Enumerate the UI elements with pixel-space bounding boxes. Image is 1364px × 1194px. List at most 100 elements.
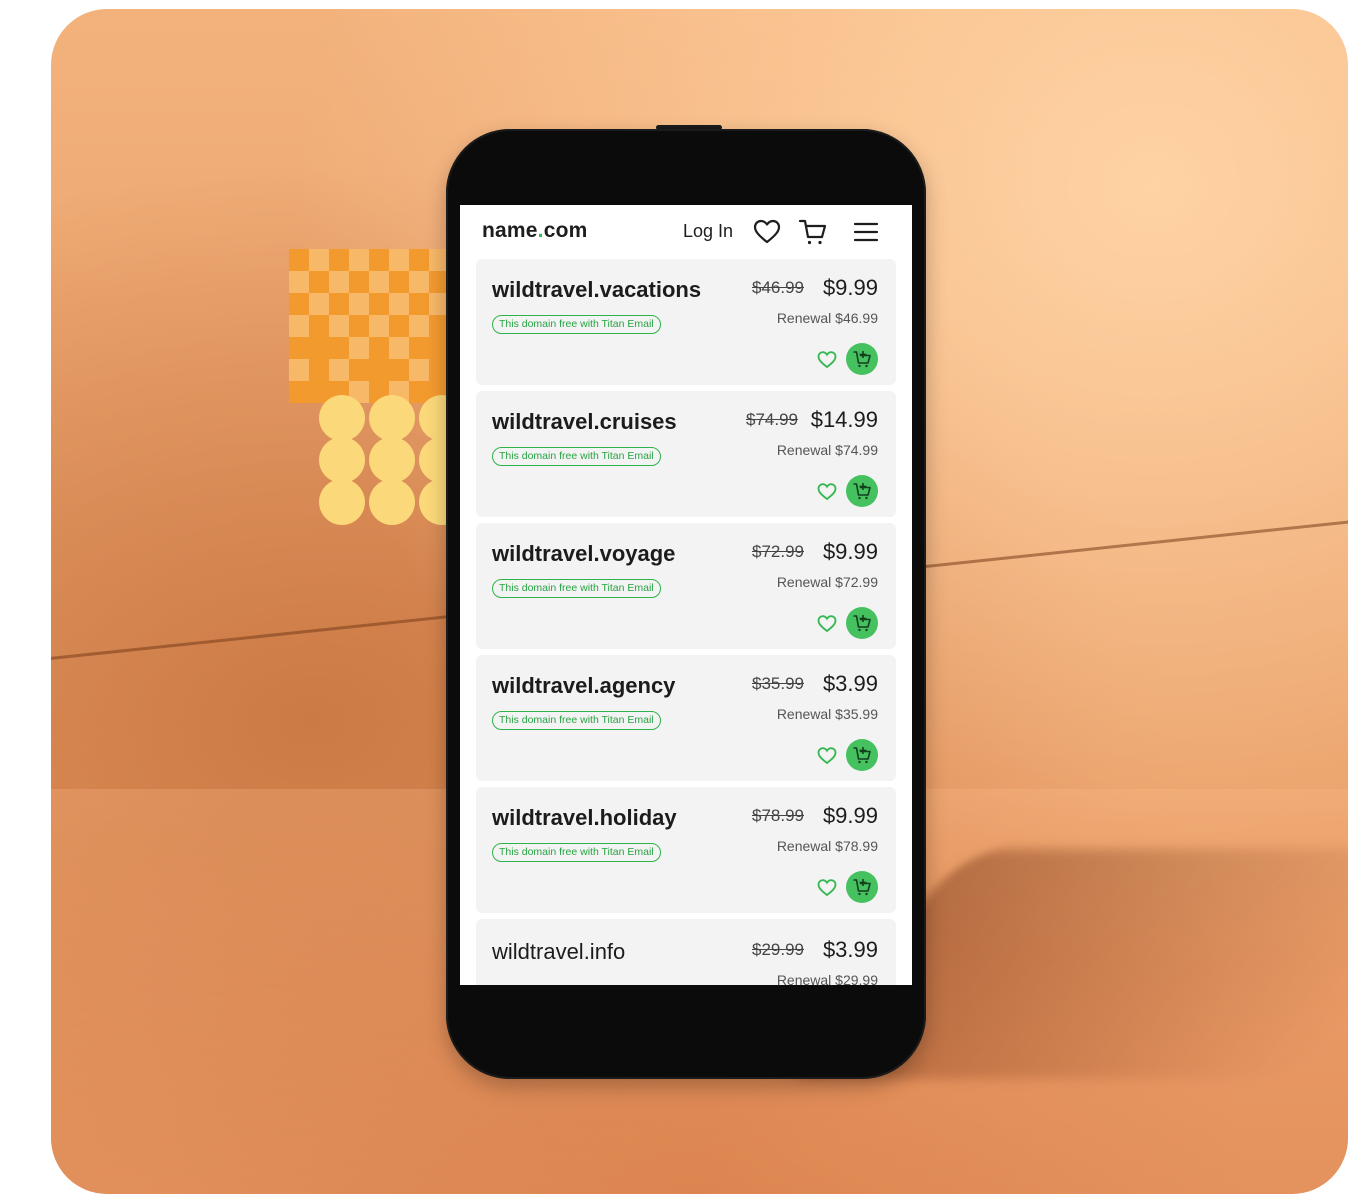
checker-cell	[409, 315, 429, 337]
checker-cell	[309, 359, 329, 381]
favorite-heart-icon[interactable]	[816, 878, 838, 898]
favorite-heart-icon[interactable]	[816, 482, 838, 502]
renewal-price: Renewal $35.99	[776, 706, 878, 722]
checker-cell	[369, 271, 389, 293]
checker-cell	[369, 337, 389, 359]
checker-cell	[289, 249, 309, 271]
original-price: $72.99	[752, 542, 804, 561]
checker-cell	[369, 249, 389, 271]
titan-email-badge: This domain free with Titan Email	[492, 579, 661, 598]
sale-price: $9.99	[822, 275, 878, 300]
checker-cell	[329, 315, 349, 337]
titan-email-badge: This domain free with Titan Email	[492, 447, 661, 466]
titan-email-badge: This domain free with Titan Email	[492, 711, 661, 730]
checker-cell	[329, 249, 349, 271]
checker-cell	[369, 359, 389, 381]
checker-cell	[289, 293, 309, 315]
original-price: $74.99	[746, 410, 798, 429]
checker-cell	[389, 293, 409, 315]
cart-icon[interactable]	[798, 218, 828, 246]
checker-pattern	[289, 249, 449, 403]
checker-cell	[329, 271, 349, 293]
dot-shape	[369, 437, 415, 483]
domain-card[interactable]: wildtravel.voyage This domain free with …	[476, 523, 896, 649]
checker-cell	[369, 315, 389, 337]
renewal-price: Renewal $29.99	[776, 972, 878, 985]
favorite-heart-icon[interactable]	[816, 350, 838, 370]
checker-cell	[349, 359, 369, 381]
checker-cell	[329, 337, 349, 359]
login-link[interactable]: Log In	[683, 221, 733, 242]
domain-card[interactable]: wildtravel.info $29.99 $3.99 Renewal $29…	[476, 919, 896, 985]
sale-price: $9.99	[822, 803, 878, 828]
checker-cell	[309, 249, 329, 271]
domain-name[interactable]: wildtravel.vacations	[492, 277, 701, 303]
checker-cell	[289, 315, 309, 337]
sale-price: $3.99	[822, 937, 878, 962]
dot-shape	[369, 479, 415, 525]
original-price: $35.99	[752, 674, 804, 693]
add-cart-icon	[853, 483, 871, 500]
sale-price: $14.99	[810, 407, 878, 432]
titan-email-badge: This domain free with Titan Email	[492, 843, 661, 862]
sale-price: $3.99	[822, 671, 878, 696]
checker-cell	[329, 293, 349, 315]
titan-email-badge: This domain free with Titan Email	[492, 315, 661, 334]
checker-cell	[309, 315, 329, 337]
add-to-cart-button[interactable]	[846, 343, 878, 375]
favorite-heart-icon[interactable]	[816, 614, 838, 634]
add-to-cart-button[interactable]	[846, 475, 878, 507]
domain-card[interactable]: wildtravel.holiday This domain free with…	[476, 787, 896, 913]
checker-cell	[409, 293, 429, 315]
add-cart-icon	[853, 747, 871, 764]
decorative-pattern	[289, 249, 465, 534]
domain-name[interactable]: wildtravel.agency	[492, 673, 675, 699]
original-price: $29.99	[752, 940, 804, 959]
domain-card[interactable]: wildtravel.vacations This domain free wi…	[476, 259, 896, 385]
add-to-cart-button[interactable]	[846, 871, 878, 903]
domain-card[interactable]: wildtravel.cruises This domain free with…	[476, 391, 896, 517]
domain-name[interactable]: wildtravel.voyage	[492, 541, 675, 567]
checker-cell	[409, 249, 429, 271]
dot-shape	[319, 395, 365, 441]
checker-cell	[329, 359, 349, 381]
renewal-price: Renewal $74.99	[776, 442, 878, 458]
dot-shape	[369, 395, 415, 441]
checker-cell	[409, 337, 429, 359]
add-to-cart-button[interactable]	[846, 739, 878, 771]
checker-cell	[409, 271, 429, 293]
domain-name[interactable]: wildtravel.holiday	[492, 805, 677, 831]
favorite-heart-icon[interactable]	[816, 746, 838, 766]
site-logo[interactable]: name.com	[482, 219, 588, 243]
add-to-cart-button[interactable]	[846, 607, 878, 639]
renewal-price: Renewal $72.99	[776, 574, 878, 590]
photo-background: name.com Log In wildtravel.vacations Thi…	[51, 9, 1348, 1194]
dot-shape	[319, 479, 365, 525]
domain-name[interactable]: wildtravel.info	[492, 939, 625, 965]
menu-icon[interactable]	[852, 218, 882, 246]
domain-name[interactable]: wildtravel.cruises	[492, 409, 677, 435]
checker-cell	[349, 315, 369, 337]
checker-cell	[389, 315, 409, 337]
checker-cell	[369, 293, 389, 315]
phone-device: name.com Log In wildtravel.vacations Thi…	[446, 129, 926, 1079]
checker-cell	[289, 271, 309, 293]
checker-cell	[409, 359, 429, 381]
renewal-price: Renewal $46.99	[776, 310, 878, 326]
checker-cell	[289, 381, 309, 403]
checker-cell	[309, 293, 329, 315]
checker-cell	[349, 293, 369, 315]
renewal-price: Renewal $78.99	[776, 838, 878, 854]
phone-screen: name.com Log In wildtravel.vacations Thi…	[460, 205, 912, 985]
heart-icon[interactable]	[752, 218, 782, 246]
domain-card[interactable]: wildtravel.agency This domain free with …	[476, 655, 896, 781]
original-price: $78.99	[752, 806, 804, 825]
checker-cell	[389, 249, 409, 271]
checker-cell	[289, 337, 309, 359]
checker-cell	[349, 271, 369, 293]
logo-text-com: com	[543, 219, 588, 242]
checker-cell	[349, 249, 369, 271]
checker-cell	[349, 337, 369, 359]
checker-cell	[309, 271, 329, 293]
logo-text-name: name	[482, 219, 538, 242]
